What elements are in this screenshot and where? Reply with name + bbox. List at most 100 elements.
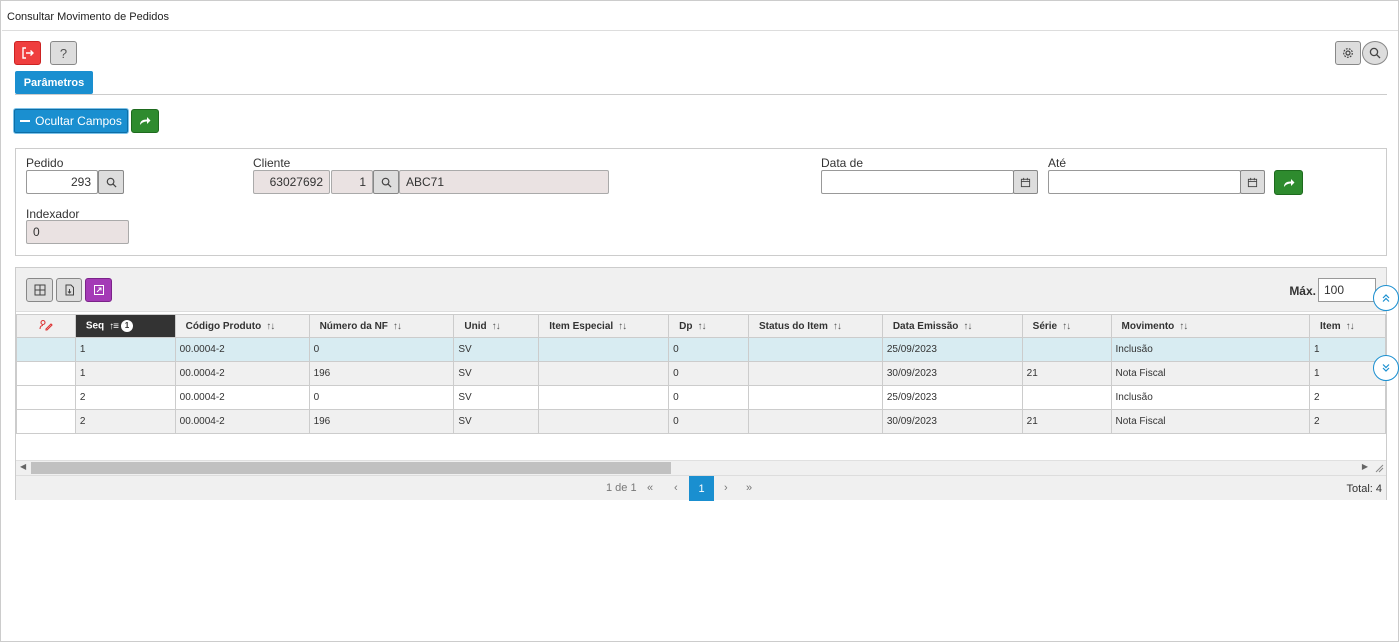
horizontal-scrollbar[interactable]: ◀ ▶ bbox=[16, 460, 1386, 475]
cell-codigo-produto: 00.0004-2 bbox=[174, 337, 310, 362]
settings-button[interactable] bbox=[1335, 41, 1361, 65]
col-header-label: Número da NF bbox=[319, 320, 388, 332]
results-table: Seq ↑≡ 1 Código Produto ↑↓ Número da NF ↑↓ U… bbox=[16, 314, 1386, 434]
sort-icon: ↑↓ bbox=[266, 320, 275, 332]
sort-icon: ↑↓ bbox=[392, 320, 402, 332]
cell-unid: SV bbox=[453, 409, 540, 434]
exit-button[interactable] bbox=[14, 41, 41, 65]
scroll-top-button[interactable] bbox=[1373, 285, 1399, 311]
search-button[interactable] bbox=[1362, 41, 1388, 65]
table-row[interactable]: 2 00.0004-2 0 SV 0 25/09/2023 Inclusão 2 bbox=[16, 385, 1386, 410]
cell-dp: 0 bbox=[668, 385, 749, 410]
search-icon bbox=[1369, 47, 1381, 59]
gear-icon bbox=[1343, 48, 1353, 58]
columns-button[interactable] bbox=[26, 278, 53, 302]
max-label: Máx. bbox=[1289, 284, 1316, 298]
resize-grip-icon[interactable] bbox=[1375, 464, 1384, 473]
col-header-item[interactable]: Item ↑↓ bbox=[1309, 314, 1386, 338]
search-icon bbox=[106, 177, 117, 188]
scroll-right-icon[interactable]: ▶ bbox=[1362, 462, 1368, 471]
cell-numero-nf: 0 bbox=[308, 337, 455, 362]
expand-button[interactable] bbox=[85, 278, 112, 302]
cell-item-especial bbox=[538, 361, 670, 386]
edit-rows-icon bbox=[39, 319, 53, 331]
tab-divider bbox=[15, 94, 1387, 95]
data-de-field[interactable] bbox=[821, 170, 1014, 194]
cell-data-emissao: 30/09/2023 bbox=[881, 361, 1023, 386]
col-header-status-item[interactable]: Status do Item ↑↓ bbox=[747, 314, 883, 338]
max-input[interactable]: 100 bbox=[1318, 278, 1376, 302]
col-header-serie[interactable]: Série ↑↓ bbox=[1021, 314, 1112, 338]
forward-button[interactable] bbox=[131, 109, 159, 133]
help-button[interactable]: ? bbox=[50, 41, 77, 65]
col-header-unid[interactable]: Unid ↑↓ bbox=[453, 314, 540, 338]
sort-icon: ↑↓ bbox=[1179, 320, 1188, 332]
col-header-dp[interactable]: Dp ↑↓ bbox=[668, 314, 749, 338]
cell-unid: SV bbox=[453, 337, 540, 362]
data-de-calendar-button[interactable] bbox=[1013, 170, 1038, 194]
sort-icon: ↑↓ bbox=[1345, 320, 1355, 332]
help-icon: ? bbox=[59, 45, 68, 61]
col-header-label: Movimento bbox=[1121, 320, 1175, 332]
cell-data-emissao: 25/09/2023 bbox=[881, 385, 1023, 410]
table-row[interactable]: 1 00.0004-2 0 SV 0 25/09/2023 Inclusão 1 bbox=[16, 337, 1386, 362]
current-page-button[interactable]: 1 bbox=[689, 476, 714, 501]
ate-field[interactable] bbox=[1048, 170, 1241, 194]
pedido-field[interactable]: 293 bbox=[26, 170, 98, 194]
expand-icon bbox=[93, 285, 104, 295]
col-header-codigo-produto[interactable]: Código Produto ↑↓ bbox=[174, 314, 310, 338]
table-row[interactable]: 1 00.0004-2 196 SV 0 30/09/2023 21 Nota … bbox=[16, 361, 1386, 386]
ate-calendar-button[interactable] bbox=[1240, 170, 1265, 194]
grid-toolbar: Máx. 100 bbox=[16, 268, 1386, 312]
scroll-left-icon[interactable]: ◀ bbox=[20, 462, 26, 471]
col-header-item-especial[interactable]: Item Especial ↑↓ bbox=[538, 314, 670, 338]
next-page-button[interactable]: › bbox=[724, 482, 728, 494]
first-page-button[interactable]: « bbox=[647, 482, 653, 494]
pedido-label: Pedido bbox=[26, 156, 64, 170]
cell-item-especial bbox=[538, 409, 670, 434]
page-title: Consultar Movimento de Pedidos bbox=[7, 11, 170, 23]
indexador-field: 0 bbox=[26, 220, 129, 244]
cell-data-emissao: 30/09/2023 bbox=[881, 409, 1023, 434]
tab-parametros[interactable]: Parâmetros bbox=[15, 71, 93, 94]
calendar-icon bbox=[1247, 177, 1258, 187]
col-header-label: Código Produto bbox=[185, 320, 262, 332]
last-page-button[interactable]: » bbox=[746, 482, 752, 494]
cell-status-item bbox=[747, 409, 883, 434]
search-icon bbox=[381, 177, 392, 188]
pedido-search-button[interactable] bbox=[98, 170, 124, 194]
row-status-header[interactable] bbox=[16, 314, 76, 338]
search-go-button[interactable] bbox=[1274, 170, 1303, 195]
cell-item: 2 bbox=[1309, 385, 1386, 410]
cell-serie bbox=[1021, 385, 1112, 410]
cell-movimento: Inclusão bbox=[1110, 337, 1311, 362]
total-count: Total: 4 bbox=[1346, 483, 1382, 495]
sort-icon: ↑↓ bbox=[1062, 320, 1071, 332]
row-status-cell bbox=[16, 361, 76, 386]
hide-fields-label: Ocultar Campos bbox=[35, 114, 122, 128]
sort-asc-icon: ↑≡ bbox=[109, 320, 119, 332]
col-header-numero-nf[interactable]: Número da NF ↑↓ bbox=[308, 314, 455, 338]
table-row[interactable]: 2 00.0004-2 196 SV 0 30/09/2023 21 Nota … bbox=[16, 409, 1386, 434]
scroll-bottom-button[interactable] bbox=[1373, 355, 1399, 381]
share-arrow-icon bbox=[1283, 178, 1294, 187]
page-info: 1 de 1 bbox=[606, 482, 637, 494]
cell-codigo-produto: 00.0004-2 bbox=[174, 361, 310, 386]
cell-dp: 0 bbox=[668, 337, 749, 362]
ate-label: Até bbox=[1048, 156, 1067, 170]
col-header-movimento[interactable]: Movimento ↑↓ bbox=[1110, 314, 1311, 338]
cell-movimento: Nota Fiscal bbox=[1110, 361, 1311, 386]
cell-seq: 1 bbox=[74, 361, 176, 386]
scrollbar-thumb[interactable] bbox=[31, 462, 671, 474]
col-header-data-emissao[interactable]: Data Emissão ↑↓ bbox=[881, 314, 1023, 338]
cell-dp: 0 bbox=[668, 361, 749, 386]
cell-status-item bbox=[747, 385, 883, 410]
prev-page-button[interactable]: ‹ bbox=[674, 482, 678, 494]
row-status-cell bbox=[16, 337, 76, 362]
col-header-seq[interactable]: Seq ↑≡ 1 bbox=[74, 314, 176, 338]
hide-fields-button[interactable]: Ocultar Campos bbox=[14, 109, 128, 133]
col-header-label: Unid bbox=[464, 320, 487, 332]
sort-icon: ↑↓ bbox=[618, 320, 627, 332]
export-button[interactable] bbox=[56, 278, 82, 302]
cliente-search-button[interactable] bbox=[373, 170, 399, 194]
